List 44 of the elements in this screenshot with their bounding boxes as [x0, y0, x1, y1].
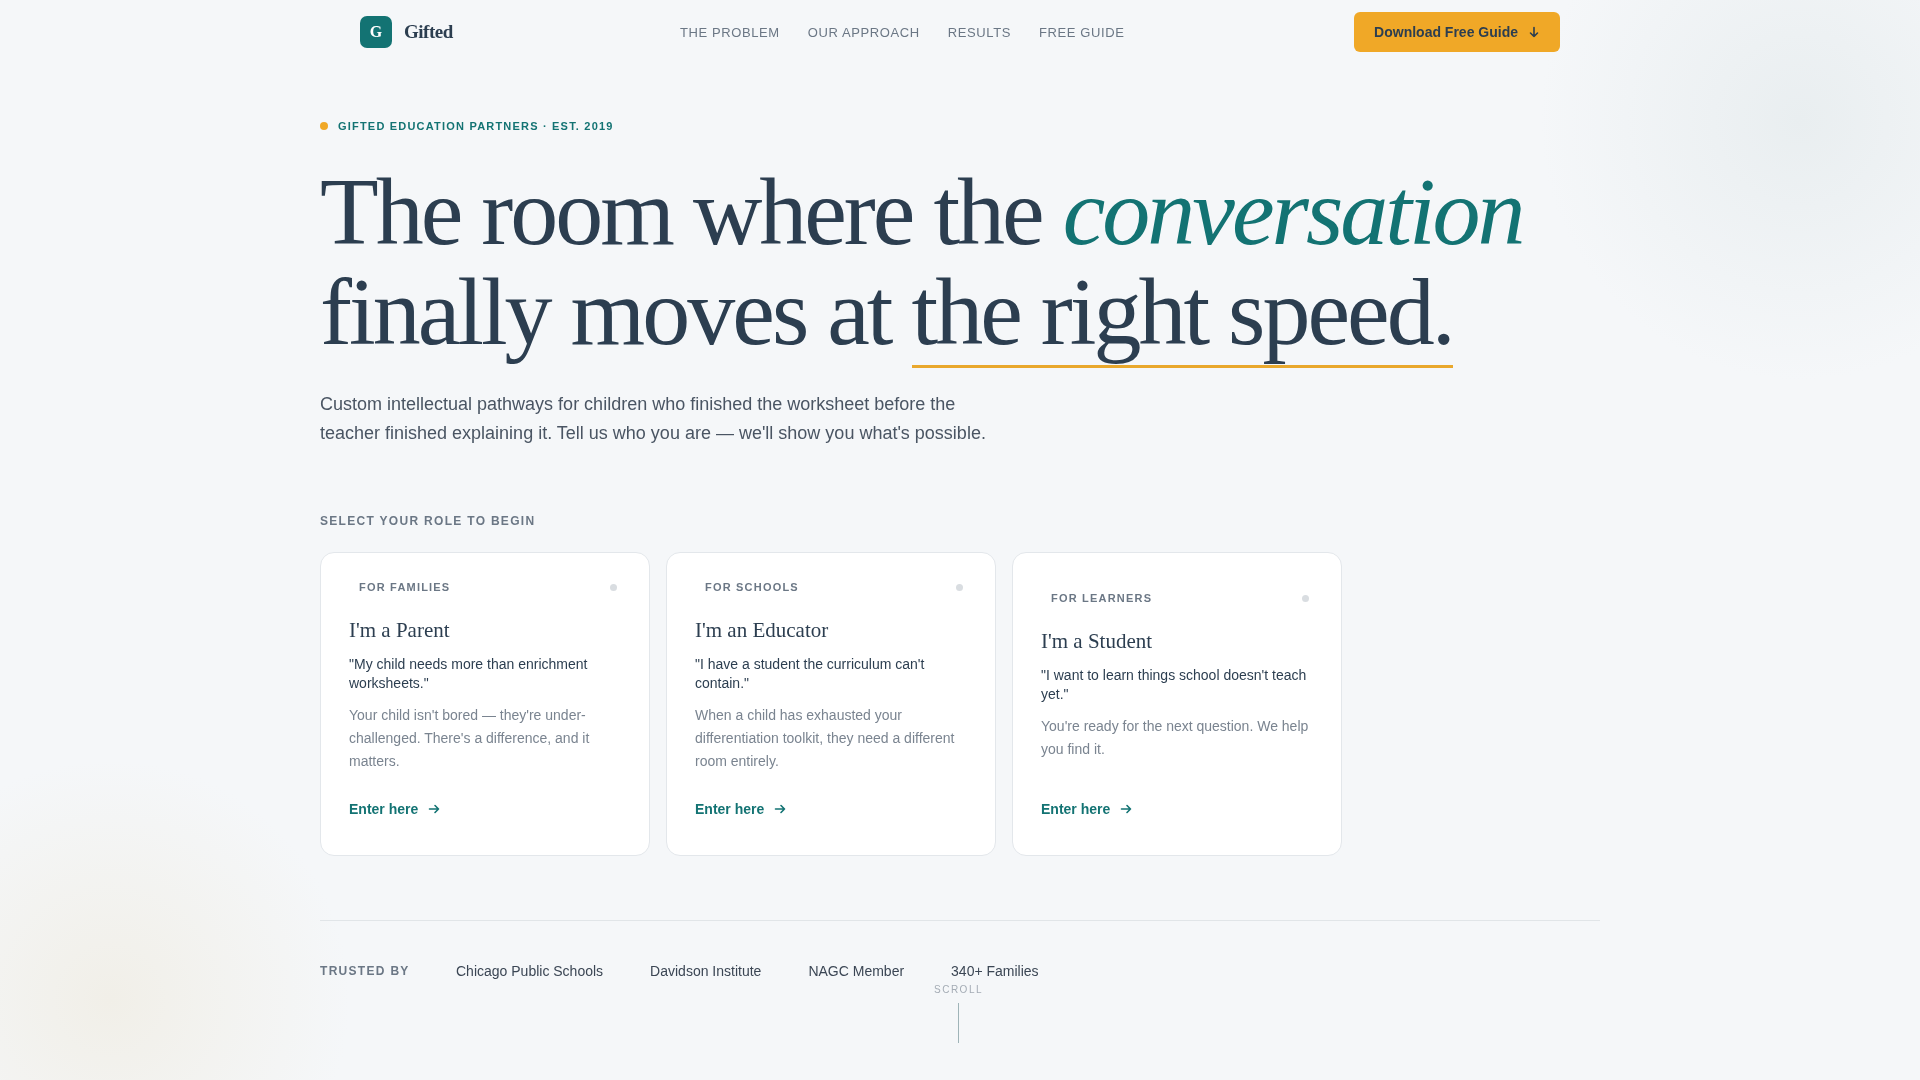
status-dot — [610, 583, 617, 591]
role-card[interactable]: FOR LEARNERS I'm a Student "I want to learn things school doesn't teach yet." You're ready for the next question. We help you find it. Enter here — [1012, 552, 1342, 856]
nav-link[interactable]: THE PROBLEM — [680, 24, 780, 40]
section-label: SELECT YOUR ROLE TO BEGIN — [320, 514, 537, 528]
card-quote: "My child needs more than enrichment worksheets." — [349, 655, 589, 693]
card-title: I'm a Student — [1041, 629, 1154, 654]
role-card[interactable]: FOR FAMILIES I'm a Parent "My child needs more than enrichment worksheets." Your child isn't bored — they're under-challenged. There's a difference, and it matters. Enter here — [320, 552, 650, 856]
status-dot — [1302, 594, 1309, 602]
card-title: I'm an Educator — [695, 618, 830, 643]
trusted-name: Chicago Public Schools — [456, 963, 604, 979]
card-tag: FOR FAMILIES — [359, 581, 451, 593]
card-description: When a child has exhausted your differentiation toolkit, they need a different room entirely. — [695, 706, 956, 771]
arrow-right-icon — [428, 803, 441, 815]
eyebrow-text: GIFTED EDUCATION PARTNERS · EST. 2019 — [338, 120, 614, 132]
enter-link[interactable]: Enter here — [349, 801, 441, 817]
enter-link[interactable]: Enter here — [1041, 801, 1133, 817]
arrow-down-icon — [1528, 26, 1540, 38]
card-quote: "I want to learn things school doesn't teach yet." — [1041, 666, 1308, 704]
nav-link[interactable]: OUR APPROACH — [807, 24, 920, 40]
enter-link[interactable]: Enter here — [695, 801, 787, 817]
card-tag: FOR LEARNERS — [1051, 592, 1153, 604]
logo-text[interactable]: Gifted — [404, 21, 453, 43]
card-quote: "I have a student the curriculum can't contain." — [695, 655, 926, 693]
trusted-name: 340+ Families — [951, 963, 1039, 979]
trusted-name: NAGC Member — [808, 963, 905, 979]
arrow-right-icon — [1120, 803, 1133, 815]
hero-headline: The room where the conversation finally moves at the right speed. — [320, 162, 1523, 370]
card-description: Your child isn't bored — they're under-challenged. There's a difference, and it matters. — [349, 706, 591, 771]
trusted-label: TRUSTED BY — [320, 964, 411, 978]
logo-mark[interactable]: G — [360, 16, 392, 48]
hero-intro: Custom intellectual pathways for children who finished the worksheet before the teacher finished explaining it. Tell us who you are — we'll show you what's possible. — [320, 393, 987, 445]
eyebrow-dot — [320, 122, 328, 130]
scroll-line — [958, 1003, 959, 1043]
card-description: You're ready for the next question. We help you find it. — [1041, 717, 1310, 759]
arrow-right-icon — [774, 803, 787, 815]
card-title: I'm a Parent — [349, 618, 451, 643]
nav-link[interactable]: FREE GUIDE — [1038, 24, 1125, 40]
role-card[interactable]: FOR SCHOOLS I'm an Educator "I have a student the curriculum can't contain." When a child has exhausted your differentiation toolkit, they need a different room entirely. Enter here — [666, 552, 996, 856]
status-dot — [956, 583, 963, 591]
trusted-name: Davidson Institute — [650, 963, 762, 979]
card-tag: FOR SCHOOLS — [705, 581, 799, 593]
scroll-hint: SCROLL — [934, 984, 983, 995]
nav-link[interactable]: RESULTS — [947, 24, 1011, 40]
download-guide-button[interactable]: Download Free Guide — [1354, 12, 1560, 52]
